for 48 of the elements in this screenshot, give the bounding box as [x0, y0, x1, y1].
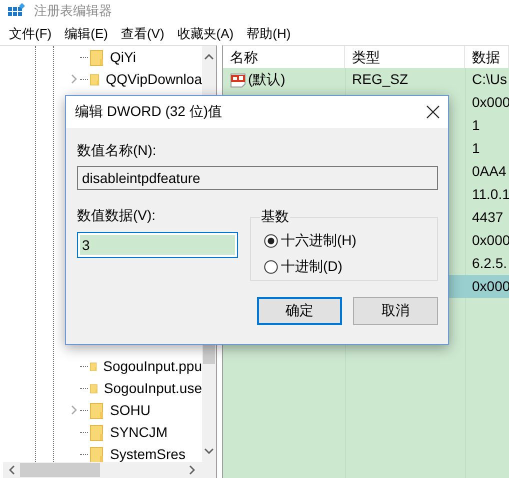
field-label: 数值名称(N): [77, 142, 158, 160]
tree-item[interactable]: SOHU [110, 402, 150, 418]
group-label: 基数 [260, 208, 290, 226]
column-header[interactable]: 类型 [345, 46, 465, 68]
radio-label[interactable]: 十进制(D) [281, 258, 342, 276]
value-data: 0AA4 [471, 162, 508, 181]
value-data: 1 [471, 116, 481, 135]
menu-item[interactable]: 查看(V) [114, 24, 170, 42]
radio-button[interactable] [264, 234, 278, 248]
close-icon[interactable] [426, 105, 440, 119]
tree-item[interactable]: SogouInput.ppu [103, 358, 202, 374]
value-data: 11.0.1 [471, 185, 509, 204]
cancel-button[interactable]: 取消 [353, 297, 438, 325]
tree-item[interactable]: QiYi [110, 49, 136, 65]
scroll-down-icon[interactable] [204, 448, 214, 454]
value-name: (默认) [248, 70, 286, 89]
value-data: 1 [471, 139, 481, 158]
tree-item[interactable]: QQVipDownloa [106, 71, 202, 87]
window-title: 注册表编辑器 [34, 2, 112, 20]
name-field[interactable]: disableintpdfeature [77, 166, 438, 190]
string-value-icon [230, 72, 246, 88]
menu-item[interactable]: 文件(F) [3, 24, 58, 42]
column-header[interactable]: 名称 [223, 46, 345, 68]
folder-icon [90, 402, 104, 418]
scroll-right-icon[interactable] [189, 465, 195, 475]
app-icon [8, 3, 26, 19]
horizontal-scrollbar[interactable] [3, 462, 216, 478]
tree-item[interactable]: SystemSres [110, 446, 186, 462]
menu-item[interactable]: 帮助(H) [240, 24, 297, 42]
tree-item[interactable]: SogouInput.use [104, 380, 202, 396]
value-type: REG_SZ [351, 70, 410, 89]
scroll-up-icon[interactable] [204, 54, 214, 60]
folder-icon [90, 424, 104, 440]
menu-item[interactable]: 编辑(E) [58, 24, 114, 42]
radio-label[interactable]: 十六进制(H) [281, 232, 356, 250]
ok-button[interactable]: 确定 [257, 297, 342, 325]
value-data: C:\Us [471, 70, 508, 89]
scroll-left-icon[interactable] [9, 465, 15, 475]
menu-item[interactable]: 收藏夹(A) [171, 24, 240, 42]
radio-button[interactable] [264, 260, 278, 274]
data-field[interactable]: 3 [77, 232, 238, 258]
column-header[interactable]: 数据 [465, 46, 509, 68]
folder-icon [90, 446, 104, 462]
list-row[interactable]: (默认) REG_SZ C:\Us [223, 68, 509, 91]
tree-item[interactable]: SYNCJM [110, 424, 168, 440]
folder-icon [90, 48, 104, 66]
field-label: 数值数据(V): [77, 207, 157, 225]
dialog-title: 编辑 DWORD (32 位)值 [75, 103, 222, 121]
